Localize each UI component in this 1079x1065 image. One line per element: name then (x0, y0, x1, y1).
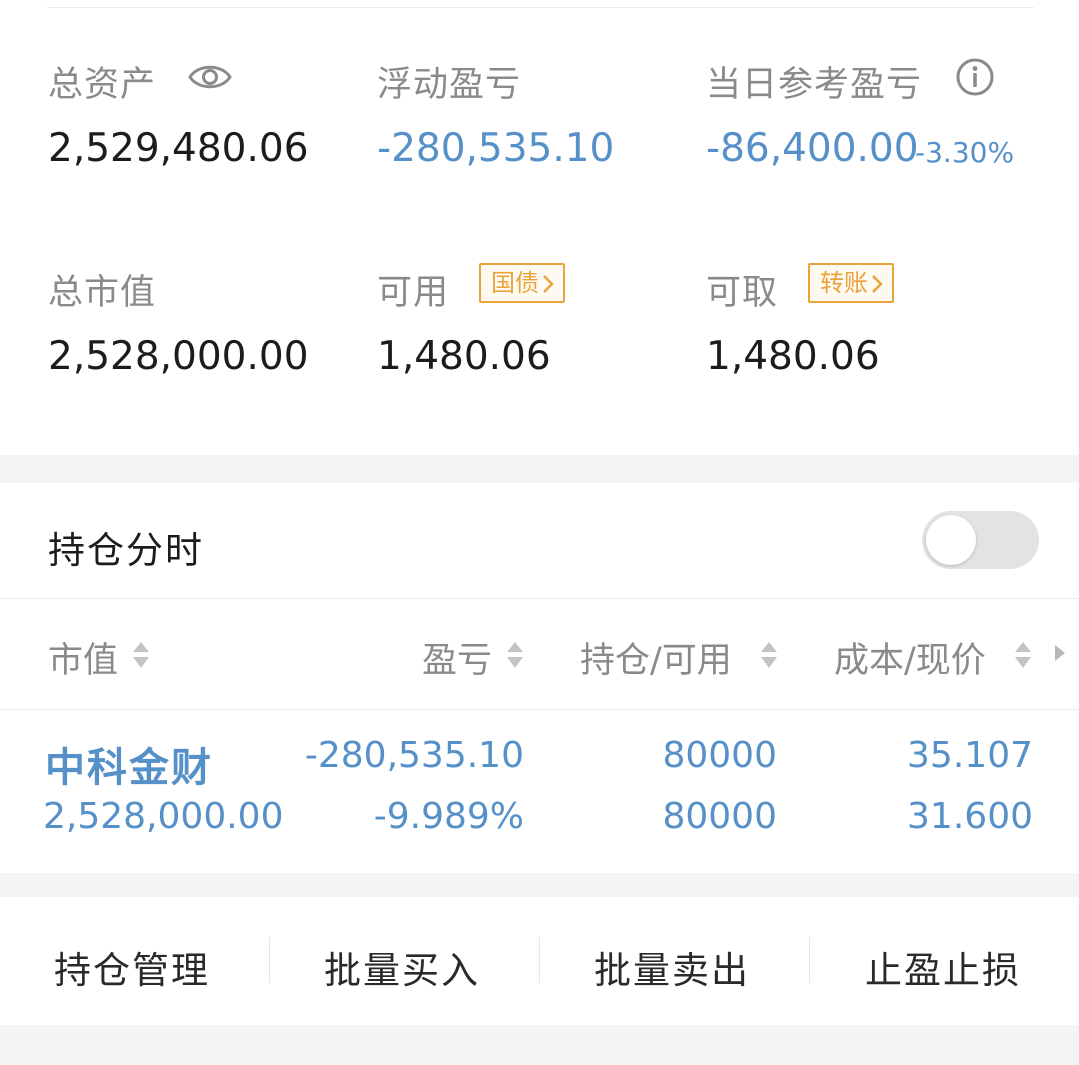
treasury-bond-tag[interactable]: 国债 (479, 263, 565, 303)
toggle-knob (926, 515, 976, 565)
market-value-value: 2,528,000.00 (48, 334, 309, 379)
transfer-tag[interactable]: 转账 (808, 263, 894, 303)
sort-icon[interactable] (759, 636, 779, 672)
stock-name: 中科金财 (45, 745, 213, 791)
transfer-tag-label: 转账 (820, 269, 868, 297)
sort-icon[interactable] (505, 636, 525, 672)
market-value-label: 总市值 (48, 273, 157, 313)
info-icon[interactable] (955, 57, 995, 97)
stock-available: 80000 (662, 796, 777, 837)
action-separator (269, 937, 270, 983)
action-separator (809, 937, 810, 983)
withdrawable-value: 1,480.06 (706, 334, 880, 379)
available-value: 1,480.06 (377, 334, 551, 379)
available-label: 可用 (377, 273, 450, 313)
daily-pl-label: 当日参考盈亏 (706, 65, 923, 105)
position-management-button[interactable]: 持仓管理 (54, 940, 210, 994)
take-profit-stop-loss-button[interactable]: 止盈止损 (865, 940, 1021, 994)
sort-icon[interactable] (131, 636, 151, 672)
holdings-timeshare-title: 持仓分时 (48, 529, 204, 572)
triangle-right-icon[interactable] (1053, 643, 1067, 663)
stock-market-value: 2,528,000.00 (43, 796, 284, 837)
batch-buy-button[interactable]: 批量买入 (324, 940, 480, 994)
batch-sell-button[interactable]: 批量卖出 (594, 940, 750, 994)
column-header-cost-price[interactable]: 成本/现价 (834, 632, 986, 683)
stock-pl-percent: -9.989% (373, 796, 524, 837)
chevron-right-icon (543, 275, 554, 293)
total-assets-label: 总资产 (48, 65, 157, 105)
column-header-position[interactable]: 持仓/可用 (580, 632, 732, 683)
header-divider (0, 709, 1079, 710)
daily-pl-percent: -3.30% (915, 136, 1015, 169)
total-assets-value: 2,529,480.06 (48, 126, 309, 171)
stock-price: 31.600 (907, 796, 1033, 837)
stock-position: 80000 (662, 735, 777, 776)
holdings-divider (0, 598, 1079, 599)
daily-pl-value: -86,400.00 (706, 126, 919, 171)
column-header-pl[interactable]: 盈亏 (422, 632, 492, 683)
treasury-bond-tag-label: 国债 (491, 269, 539, 297)
stock-pl-value: -280,535.10 (304, 735, 524, 776)
stock-cost: 35.107 (907, 735, 1033, 776)
chevron-right-icon (872, 275, 883, 293)
floating-pl-value: -280,535.10 (377, 126, 615, 171)
top-divider (47, 7, 1034, 8)
column-header-market-value[interactable]: 市值 (48, 632, 118, 683)
withdrawable-label: 可取 (706, 273, 779, 313)
action-separator (539, 937, 540, 983)
holdings-timeshare-toggle[interactable] (922, 511, 1039, 569)
floating-pl-label: 浮动盈亏 (377, 65, 522, 105)
sort-icon[interactable] (1013, 636, 1033, 672)
eye-icon[interactable] (188, 60, 232, 94)
